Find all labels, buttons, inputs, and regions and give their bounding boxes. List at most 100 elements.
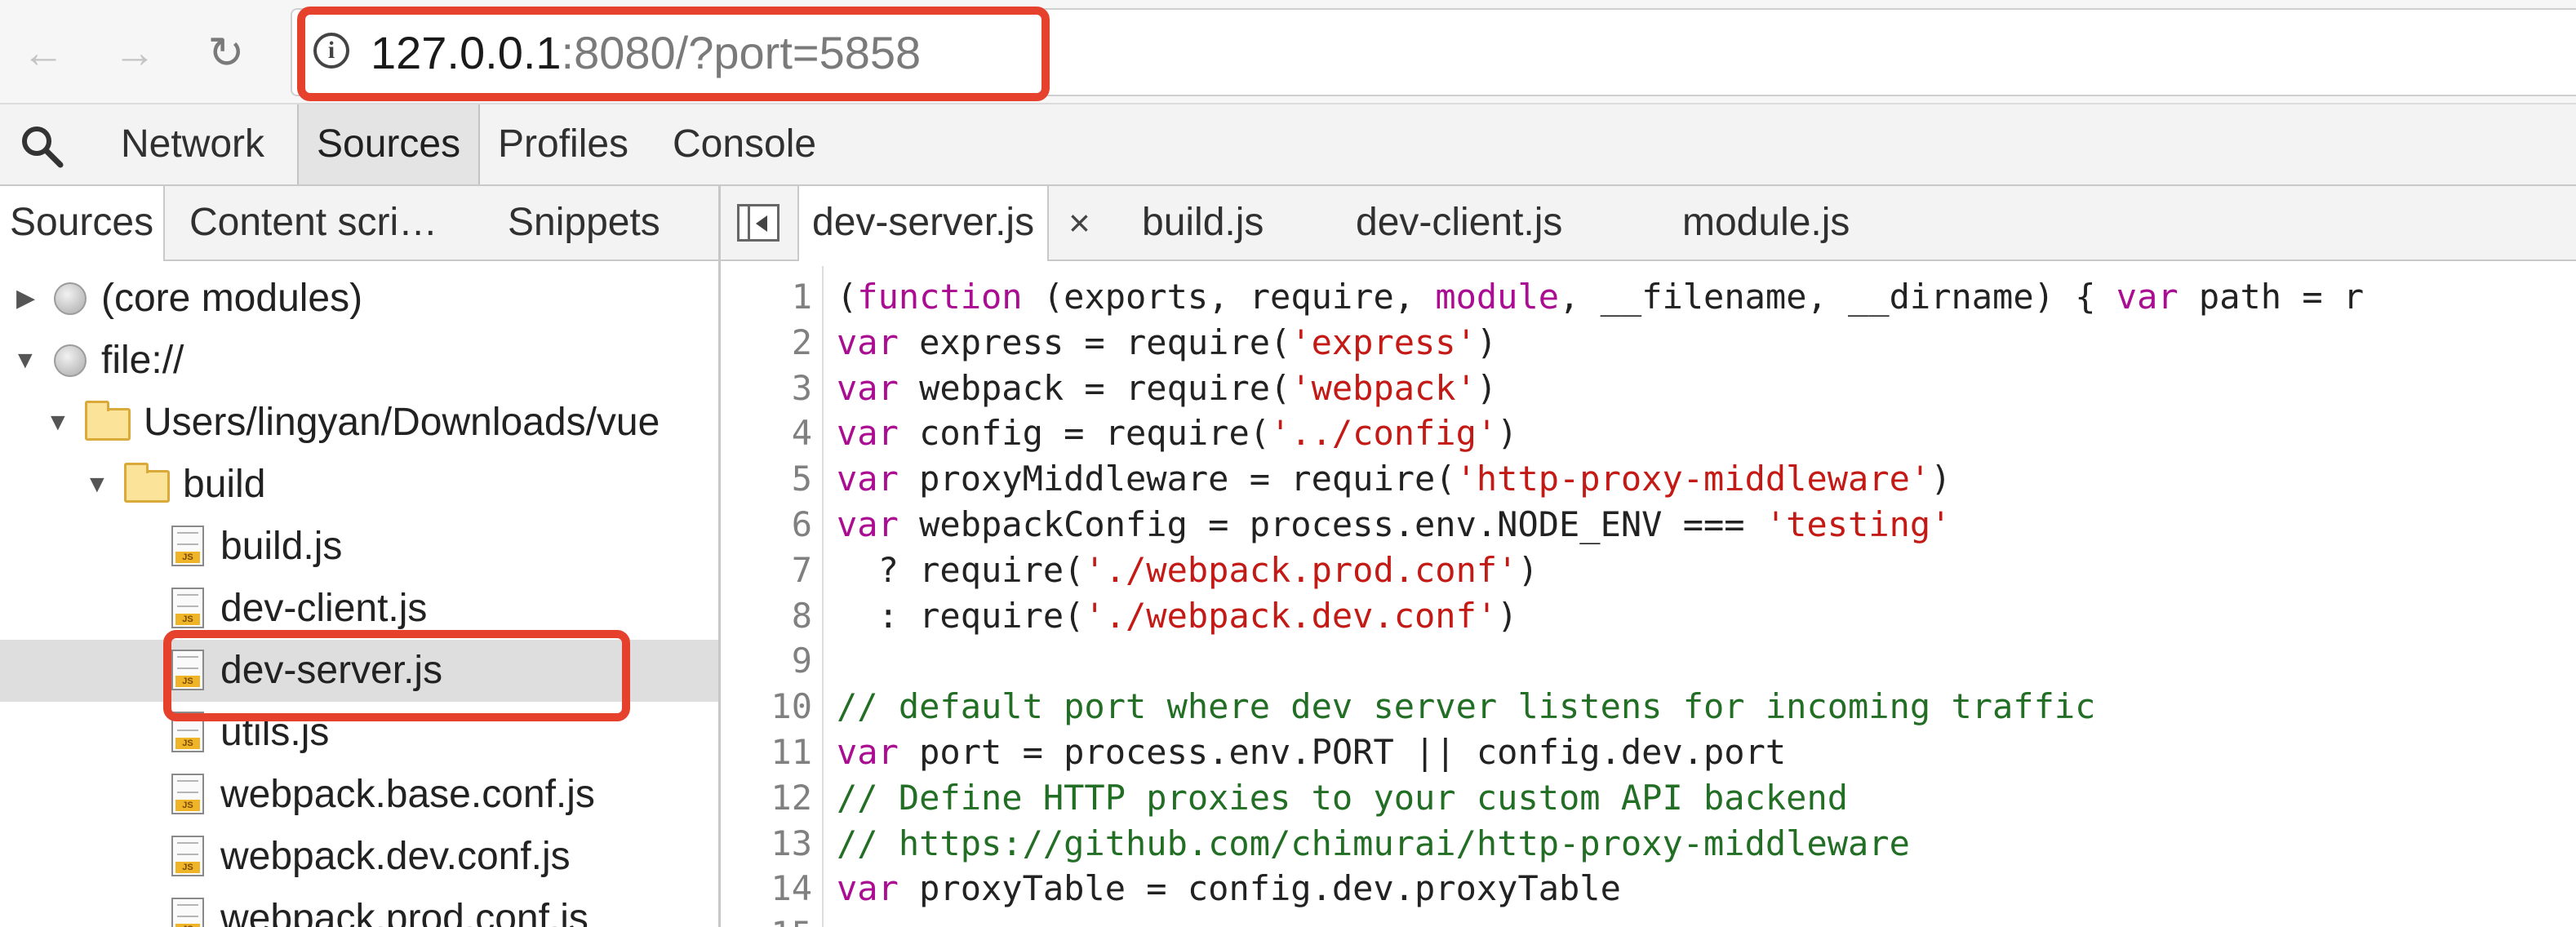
- tree-item-folder-users[interactable]: ▼ Users/lingyan/Downloads/vue: [0, 392, 718, 454]
- code-line[interactable]: 10 // default port where dev server liste…: [721, 684, 2576, 730]
- code-text: var config = require('../config'): [837, 410, 1517, 456]
- code-line[interactable]: 2 var express = require('express'): [721, 320, 2576, 366]
- tab-network[interactable]: Network: [121, 104, 264, 184]
- keyword-token: var: [837, 868, 899, 908]
- code-token: express = require(: [898, 322, 1291, 362]
- line-number[interactable]: 3: [721, 366, 812, 411]
- line-number[interactable]: 4: [721, 410, 812, 456]
- navtab-snippets[interactable]: Snippets: [508, 186, 660, 259]
- keyword-token: module: [1435, 277, 1560, 317]
- folder-icon: [85, 401, 131, 441]
- close-icon[interactable]: ×: [1068, 186, 1090, 259]
- code-text: var port = process.env.PORT || config.de…: [837, 730, 1786, 775]
- string-token: '../config': [1270, 413, 1498, 453]
- line-number[interactable]: 10: [721, 684, 812, 730]
- code-line[interactable]: 13 // https://github.com/chimurai/http-pr…: [721, 821, 2576, 867]
- line-number[interactable]: 11: [721, 730, 812, 775]
- string-token: './webpack.prod.conf': [1084, 550, 1518, 590]
- comment-token: // Define HTTP proxies to your custom AP…: [837, 778, 1849, 818]
- editor-tab-dev-client[interactable]: dev-client.js: [1356, 186, 1562, 259]
- js-file-icon: JS: [171, 898, 204, 927]
- line-number[interactable]: 8: [721, 593, 812, 639]
- code-editor: dev-server.js × build.js dev-client.js m…: [721, 186, 2576, 927]
- code-line[interactable]: 5 var proxyMiddleware = require('http-pro…: [721, 456, 2576, 502]
- code-text: var express = require('express'): [837, 320, 1497, 366]
- line-number[interactable]: 9: [721, 638, 812, 684]
- code-text: var proxyTable = config.dev.proxyTable: [837, 866, 1621, 911]
- forward-button[interactable]: →: [111, 29, 158, 77]
- tree-item-file[interactable]: JS build.js: [0, 516, 718, 578]
- tree-item-file[interactable]: JS webpack.base.conf.js: [0, 764, 718, 826]
- code-line[interactable]: 1 (function (exports, require, module, __…: [721, 274, 2576, 320]
- back-button[interactable]: ←: [20, 29, 67, 77]
- collapse-arrow-icon[interactable]: ▼: [85, 454, 109, 516]
- expand-arrow-icon[interactable]: ▶: [16, 268, 35, 330]
- navtab-content-scripts[interactable]: Content scri…: [189, 186, 437, 259]
- code-line[interactable]: 8 : require('./webpack.dev.conf'): [721, 593, 2576, 639]
- reload-button[interactable]: ↻: [202, 29, 250, 77]
- code-token: ): [1476, 322, 1498, 362]
- line-number[interactable]: 7: [721, 548, 812, 593]
- line-number[interactable]: 13: [721, 821, 812, 867]
- tree-item-label: webpack.prod.conf.js: [220, 897, 588, 927]
- keyword-token: var: [837, 413, 899, 453]
- code-line[interactable]: 9: [721, 638, 2576, 684]
- code-token: path = r: [2178, 277, 2365, 317]
- tab-sources[interactable]: Sources: [297, 104, 481, 184]
- code-token: ): [1930, 459, 1952, 499]
- line-number[interactable]: 14: [721, 866, 812, 911]
- line-number[interactable]: 6: [721, 502, 812, 548]
- keyword-token: function: [857, 277, 1023, 317]
- code-line[interactable]: 15: [721, 911, 2576, 927]
- tree-item-file-origin[interactable]: ▼ file://: [0, 330, 718, 392]
- browser-toolbar: ← → ↻ i 127.0.0.1:8080/?port=5858: [0, 0, 2576, 104]
- code-token: , __filename, __dirname) {: [1559, 277, 2116, 317]
- code-line[interactable]: 12 // Define HTTP proxies to your custom …: [721, 775, 2576, 821]
- navtab-sources[interactable]: Sources: [0, 186, 166, 261]
- code-token: ): [1497, 413, 1518, 453]
- code-token: ): [1497, 596, 1518, 636]
- tree-item-label: build.js: [220, 525, 343, 568]
- tree-item-core-modules[interactable]: ▶ (core modules): [0, 268, 718, 330]
- tree-item-file[interactable]: JS webpack.dev.conf.js: [0, 826, 718, 888]
- tab-console[interactable]: Console: [673, 104, 816, 184]
- code-line[interactable]: 6 var webpackConfig = process.env.NODE_EN…: [721, 502, 2576, 548]
- keyword-token: var: [837, 504, 899, 544]
- tree-item-folder-build[interactable]: ▼ build: [0, 454, 718, 516]
- collapse-arrow-icon[interactable]: ▼: [46, 392, 70, 454]
- string-token: 'webpack': [1290, 368, 1477, 408]
- code-line[interactable]: 4 var config = require('../config'): [721, 410, 2576, 456]
- code-line[interactable]: 3 var webpack = require('webpack'): [721, 366, 2576, 411]
- code-line[interactable]: 14 var proxyTable = config.dev.proxyTable: [721, 866, 2576, 911]
- line-number[interactable]: 15: [721, 911, 812, 927]
- editor-tab-dev-server[interactable]: dev-server.js ×: [797, 186, 1090, 261]
- collapse-arrow-icon[interactable]: ▼: [13, 330, 38, 392]
- keyword-token: var: [837, 459, 899, 499]
- globe-icon: [54, 344, 87, 377]
- editor-tab-build[interactable]: build.js: [1142, 186, 1264, 259]
- code-text: // default port where dev server listens…: [837, 684, 2095, 730]
- tab-profiles[interactable]: Profiles: [498, 104, 628, 184]
- code-line[interactable]: 11 var port = process.env.PORT || config.…: [721, 730, 2576, 775]
- line-number[interactable]: 2: [721, 320, 812, 366]
- devtools-tabbar: Network Sources Profiles Console: [0, 104, 2576, 186]
- keyword-token: var: [837, 322, 899, 362]
- search-icon[interactable]: [18, 122, 65, 170]
- code-token: ): [1517, 550, 1539, 590]
- tree-item-file[interactable]: JS webpack.prod.conf.js: [0, 888, 718, 927]
- code-line[interactable]: 7 ? require('./webpack.prod.conf'): [721, 548, 2576, 593]
- line-number[interactable]: 1: [721, 274, 812, 320]
- keyword-token: var: [837, 368, 899, 408]
- code-text: var webpack = require('webpack'): [837, 366, 1497, 411]
- code-token: ? require(: [837, 550, 1085, 590]
- line-number[interactable]: 5: [721, 456, 812, 502]
- toggle-navigator-icon[interactable]: [737, 204, 779, 242]
- code-token: proxyTable = config.dev.proxyTable: [898, 868, 1621, 908]
- file-annotation-box: [163, 630, 630, 721]
- code-text: (function (exports, require, module, __f…: [837, 274, 2364, 320]
- editor-tab-module[interactable]: module.js: [1682, 186, 1850, 259]
- code-area[interactable]: 1 (function (exports, require, module, __…: [721, 274, 2576, 927]
- code-token: proxyMiddleware = require(: [898, 459, 1456, 499]
- navigator-tabbar: Sources Content scri… Snippets: [0, 186, 718, 261]
- line-number[interactable]: 12: [721, 775, 812, 821]
